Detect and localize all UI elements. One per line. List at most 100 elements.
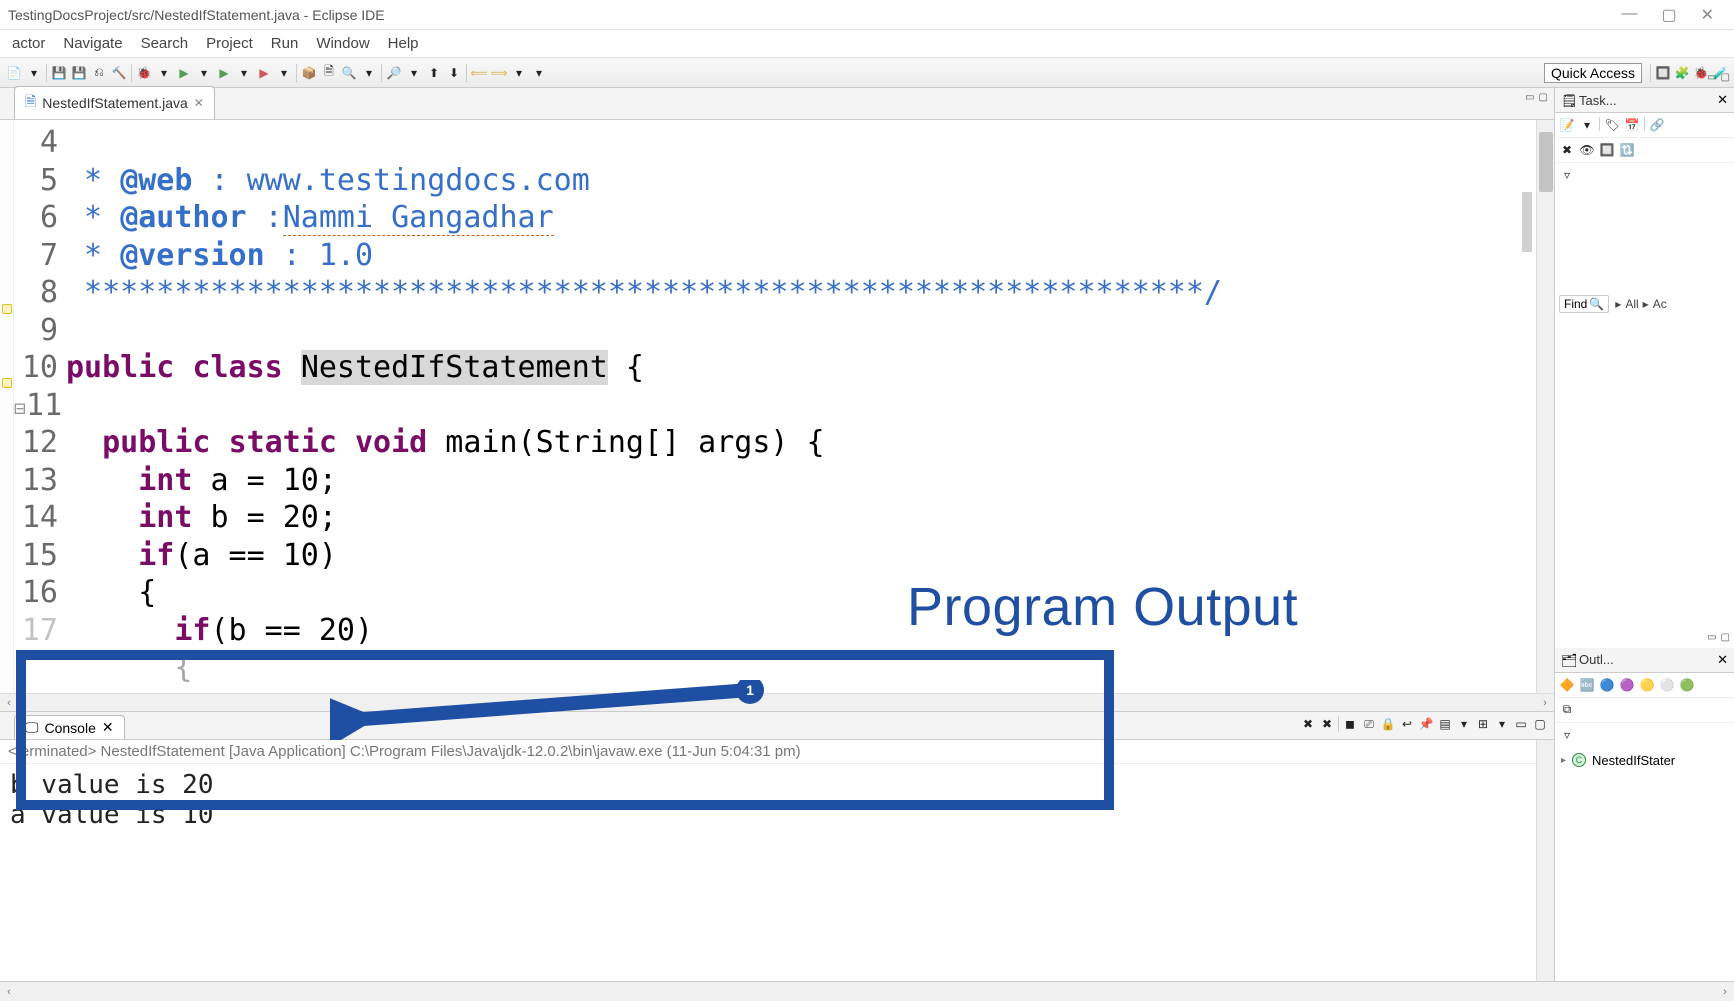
sort-icon[interactable]: 🔤 bbox=[1579, 677, 1595, 693]
minimize-view-icon[interactable]: ▭ bbox=[1525, 92, 1534, 103]
forward-icon[interactable]: ⟹ bbox=[491, 65, 507, 81]
editor-tab-bar: 🗎 NestedIfStatement.java ✕ ▭ ▢ bbox=[0, 88, 1554, 120]
quick-access[interactable]: Quick Access bbox=[1544, 63, 1642, 83]
new-package-icon[interactable]: 📦 bbox=[301, 65, 317, 81]
close-icon[interactable]: ✕ bbox=[1701, 5, 1714, 25]
editor-tab-nestedifstatement[interactable]: 🗎 NestedIfStatement.java ✕ bbox=[14, 86, 215, 119]
java-perspective-icon[interactable]: 🧩 bbox=[1674, 65, 1690, 81]
save-icon[interactable]: 💾 bbox=[51, 65, 67, 81]
minimize-icon[interactable]: — bbox=[1621, 5, 1637, 25]
pin-console-icon[interactable]: 📌 bbox=[1418, 716, 1434, 732]
back-icon[interactable]: ⟸ bbox=[471, 65, 487, 81]
dropdown-icon[interactable]: ▾ bbox=[156, 65, 172, 81]
minimize-view-icon[interactable]: ▭ bbox=[1707, 72, 1716, 83]
scroll-left-icon[interactable]: ‹ bbox=[0, 986, 18, 998]
hide-fields-icon[interactable]: 🔵 bbox=[1599, 677, 1615, 693]
close-tab-icon[interactable]: ✕ bbox=[1717, 652, 1728, 668]
dropdown-icon[interactable]: ▾ bbox=[361, 65, 377, 81]
categorize-icon[interactable]: 🏷 bbox=[1604, 117, 1620, 133]
hide-icon[interactable]: 👁 bbox=[1579, 142, 1595, 158]
open-perspective-icon[interactable]: 🔲 bbox=[1655, 65, 1671, 81]
run-icon[interactable]: ▶ bbox=[176, 65, 192, 81]
scroll-lock-icon[interactable]: 🔒 bbox=[1380, 716, 1396, 732]
dropdown-icon[interactable]: ▾ bbox=[406, 65, 422, 81]
maximize-view-icon[interactable]: ▢ bbox=[1532, 716, 1548, 732]
menu-help[interactable]: Help bbox=[380, 31, 427, 56]
dropdown-icon[interactable]: ▾ bbox=[531, 65, 547, 81]
word-wrap-icon[interactable]: ↩ bbox=[1399, 716, 1415, 732]
dropdown-icon[interactable]: ▾ bbox=[196, 65, 212, 81]
scroll-right-icon[interactable]: › bbox=[1536, 697, 1554, 709]
clear-console-icon[interactable]: ✖ bbox=[1300, 716, 1316, 732]
menu-search[interactable]: Search bbox=[133, 31, 197, 56]
hide-nonpublic-icon[interactable]: 🟡 bbox=[1639, 677, 1655, 693]
scroll-right-icon[interactable]: › bbox=[1716, 986, 1734, 998]
open-type-icon[interactable]: 🔍 bbox=[341, 65, 357, 81]
menu-window[interactable]: Window bbox=[308, 31, 377, 56]
dropdown-icon[interactable]: ▾ bbox=[236, 65, 252, 81]
new-console-icon[interactable]: ⊞ bbox=[1475, 716, 1491, 732]
close-tab-icon[interactable]: ✕ bbox=[194, 96, 204, 110]
remove-launch-icon[interactable]: ✖ bbox=[1319, 716, 1335, 732]
focus-icon[interactable]: 🔗 bbox=[1649, 117, 1665, 133]
minimize-view-icon[interactable]: ▭ bbox=[1513, 716, 1529, 732]
maximize-view-icon[interactable]: ▢ bbox=[1721, 72, 1730, 83]
search-icon[interactable]: 🔎 bbox=[386, 65, 402, 81]
collapse-icon[interactable]: ✖ bbox=[1559, 142, 1575, 158]
editor-tab-label: NestedIfStatement.java bbox=[42, 95, 188, 111]
task-toolbar-2: ✖ 👁 🔲 🔃 bbox=[1555, 138, 1734, 163]
console-vertical-scrollbar[interactable] bbox=[1536, 740, 1554, 981]
collapse-all-icon[interactable]: ⧉ bbox=[1559, 702, 1575, 718]
coverage-icon[interactable]: ▶ bbox=[216, 65, 232, 81]
dropdown-icon[interactable]: ▾ bbox=[1494, 716, 1510, 732]
terminate-icon[interactable]: ◼ bbox=[1342, 716, 1358, 732]
annotation-prev-icon[interactable]: ⬆ bbox=[426, 65, 442, 81]
task-list-tab[interactable]: 🗒 Task... ✕ ▭ ▢ bbox=[1555, 88, 1734, 113]
outline-item-label: NestedIfStater bbox=[1592, 753, 1675, 768]
new-class-icon[interactable]: 🗎 bbox=[321, 65, 337, 81]
outline-class-item[interactable]: ▸ C NestedIfStater bbox=[1559, 751, 1730, 770]
sync-icon[interactable]: 🔃 bbox=[1619, 142, 1635, 158]
hide-local-icon[interactable]: ⚪ bbox=[1659, 677, 1675, 693]
display-selected-icon[interactable]: ▤ bbox=[1437, 716, 1453, 732]
code-editor[interactable]: 4 5 6 7 8 9 10 ⊟11 12 13 14 15 16 17 * @… bbox=[0, 120, 1554, 693]
annotation-next-icon[interactable]: ⬇ bbox=[446, 65, 462, 81]
dropdown-icon[interactable]: ▾ bbox=[1579, 117, 1595, 133]
remove-all-icon[interactable]: ⎚ bbox=[1361, 716, 1377, 732]
menu-dropdown-icon[interactable]: ▿ bbox=[1559, 727, 1575, 743]
build-icon[interactable]: 🔨 bbox=[111, 65, 127, 81]
minimize-view-icon[interactable]: ▭ bbox=[1707, 632, 1716, 643]
new-icon[interactable]: 📄 bbox=[6, 65, 22, 81]
maximize-view-icon[interactable]: ▢ bbox=[1721, 632, 1730, 643]
maximize-icon[interactable]: ▢ bbox=[1661, 5, 1676, 25]
expand-icon[interactable]: ▸ bbox=[1561, 755, 1566, 766]
dropdown-icon[interactable]: ▾ bbox=[276, 65, 292, 81]
menu-navigate[interactable]: Navigate bbox=[55, 31, 130, 56]
toggle-icon[interactable]: ⎌ bbox=[91, 65, 107, 81]
code-content[interactable]: * @web : www.testingdocs.com * @author :… bbox=[66, 120, 1536, 693]
link-editor-icon[interactable]: 🟢 bbox=[1679, 677, 1695, 693]
debug-icon[interactable]: 🐞 bbox=[136, 65, 152, 81]
new-task-icon[interactable]: 📝 bbox=[1559, 117, 1575, 133]
focus-icon[interactable]: 🔶 bbox=[1559, 677, 1575, 693]
filter-icon[interactable]: 🔲 bbox=[1599, 142, 1615, 158]
menu-project[interactable]: Project bbox=[198, 31, 261, 56]
external-tools-icon[interactable]: ▶ bbox=[256, 65, 272, 81]
close-tab-icon[interactable]: ✕ bbox=[1717, 92, 1728, 108]
save-all-icon[interactable]: 💾 bbox=[71, 65, 87, 81]
annotation-arrow-icon: 1 bbox=[330, 680, 770, 743]
find-tasks-button[interactable]: Find🔍 bbox=[1559, 295, 1609, 313]
menu-run[interactable]: Run bbox=[263, 31, 307, 56]
outline-tab[interactable]: 🗂 Outl... ✕ ▭ ▢ bbox=[1555, 648, 1734, 673]
dropdown-icon[interactable]: ▾ bbox=[26, 65, 42, 81]
workbench-horizontal-scrollbar[interactable]: ‹ › bbox=[0, 981, 1734, 1001]
maximize-view-icon[interactable]: ▢ bbox=[1539, 92, 1548, 103]
dropdown-icon[interactable]: ▾ bbox=[1456, 716, 1472, 732]
schedule-icon[interactable]: 📅 bbox=[1624, 117, 1640, 133]
menu-actor[interactable]: actor bbox=[4, 31, 53, 56]
task-breadcrumb[interactable]: ▸ All ▸ Ac bbox=[1615, 297, 1666, 311]
editor-vertical-scrollbar[interactable] bbox=[1536, 120, 1554, 693]
hide-static-icon[interactable]: 🟣 bbox=[1619, 677, 1635, 693]
dropdown-icon[interactable]: ▾ bbox=[511, 65, 527, 81]
menu-dropdown-icon[interactable]: ▿ bbox=[1559, 167, 1575, 183]
